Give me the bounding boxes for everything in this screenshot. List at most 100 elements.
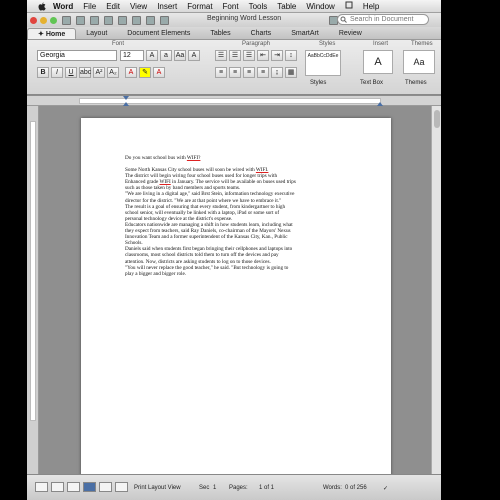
save-icon[interactable] bbox=[90, 15, 99, 25]
change-case-icon[interactable]: Aa bbox=[174, 50, 186, 61]
draft-view-button[interactable] bbox=[35, 482, 48, 492]
group-insert-label: Insert bbox=[373, 41, 389, 47]
document-heading: Do you want school bus with WIFI? bbox=[125, 155, 201, 161]
search-placeholder: Search in Document bbox=[350, 16, 414, 23]
themes-icon[interactable]: Aa bbox=[403, 50, 435, 74]
apple-icon[interactable] bbox=[37, 1, 47, 11]
group-styles-label: Styles bbox=[319, 41, 336, 47]
align-center-icon[interactable]: ≡ bbox=[229, 67, 241, 78]
outline-view-button[interactable] bbox=[51, 482, 64, 492]
menu-help[interactable]: Help bbox=[363, 2, 379, 11]
menu-word[interactable]: Word bbox=[53, 2, 73, 11]
subscript-button[interactable]: A₂ bbox=[107, 67, 119, 78]
document-title: Beginning Word Lesson bbox=[207, 15, 282, 22]
tab-tables[interactable]: Tables bbox=[200, 28, 240, 39]
style-preview: AaBbCcDdEe bbox=[307, 53, 339, 59]
document-body[interactable]: Do you want school bus with WIFI? Some N… bbox=[125, 155, 355, 277]
words-label: Words: bbox=[323, 485, 342, 491]
menu-font[interactable]: Font bbox=[223, 2, 239, 11]
search-icon bbox=[340, 16, 347, 26]
tab-document-elements[interactable]: Document Elements bbox=[117, 28, 200, 39]
shrink-font-icon[interactable]: a bbox=[160, 50, 172, 61]
format-painter-icon[interactable] bbox=[160, 15, 169, 25]
font-size-select[interactable]: 12 bbox=[120, 50, 144, 61]
vertical-ruler[interactable] bbox=[27, 106, 39, 474]
highlight-icon[interactable]: ✎ bbox=[139, 67, 151, 78]
search-field[interactable]: Search in Document bbox=[337, 14, 429, 25]
tab-smartart[interactable]: SmartArt bbox=[281, 28, 329, 39]
minimize-window-icon[interactable] bbox=[40, 16, 47, 24]
group-paragraph-label: Paragraph bbox=[242, 41, 271, 47]
paste-icon[interactable] bbox=[146, 15, 155, 25]
section-value: 1 bbox=[213, 485, 217, 491]
line-spacing-icon[interactable]: ↨ bbox=[271, 67, 283, 78]
menu-scripts-icon[interactable] bbox=[345, 1, 353, 11]
pages-value: 1 of 1 bbox=[259, 485, 275, 491]
justify-icon[interactable]: ≡ bbox=[257, 67, 269, 78]
new-document-icon[interactable] bbox=[62, 15, 71, 25]
font-name-select[interactable]: Georgia bbox=[37, 50, 117, 61]
menu-edit[interactable]: Edit bbox=[106, 2, 120, 11]
shading-icon[interactable]: ▦ bbox=[285, 67, 297, 78]
menu-window[interactable]: Window bbox=[306, 2, 334, 11]
multilevel-list-icon[interactable]: ☰ bbox=[243, 50, 255, 61]
text-box-label[interactable]: Text Box bbox=[360, 80, 383, 86]
tab-charts[interactable]: Charts bbox=[241, 28, 282, 39]
spelling-check-icon[interactable]: ✓ bbox=[383, 485, 388, 492]
group-themes-label: Themes bbox=[411, 41, 433, 47]
document-canvas: Do you want school bus with WIFI? Some N… bbox=[27, 106, 441, 478]
font-color-icon[interactable]: A bbox=[125, 67, 137, 78]
zoom-window-icon[interactable] bbox=[50, 16, 57, 24]
screen: Word File Edit View Insert Format Font T… bbox=[0, 0, 500, 500]
increase-indent-icon[interactable]: ⇥ bbox=[271, 50, 283, 61]
publishing-view-button[interactable] bbox=[67, 482, 80, 492]
superscript-button[interactable]: A² bbox=[93, 67, 105, 78]
group-font-label: Font bbox=[112, 41, 125, 47]
tab-review[interactable]: Review bbox=[329, 28, 372, 39]
menu-view[interactable]: View bbox=[130, 2, 147, 11]
menu-file[interactable]: File bbox=[83, 2, 96, 11]
bold-button[interactable]: B bbox=[37, 67, 49, 78]
grow-font-icon[interactable]: A bbox=[146, 50, 158, 61]
italic-button[interactable]: I bbox=[51, 67, 63, 78]
underline-button[interactable]: U bbox=[65, 67, 77, 78]
redo-icon[interactable] bbox=[132, 15, 141, 25]
open-icon[interactable] bbox=[76, 15, 85, 25]
scrollbar-thumb[interactable] bbox=[434, 110, 440, 128]
sort-icon[interactable]: ↕ bbox=[285, 50, 297, 61]
view-name: Print Layout View bbox=[134, 485, 181, 491]
print-layout-view-button[interactable] bbox=[83, 482, 96, 492]
focus-view-button[interactable] bbox=[115, 482, 128, 492]
tab-layout[interactable]: Layout bbox=[76, 28, 117, 39]
tab-home[interactable]: ✦ Home bbox=[27, 28, 77, 39]
text-effects-icon[interactable]: A bbox=[153, 67, 165, 78]
undo-icon[interactable] bbox=[118, 15, 127, 25]
close-window-icon[interactable] bbox=[30, 16, 37, 24]
menu-format[interactable]: Format bbox=[187, 2, 212, 11]
text-box-icon[interactable]: A bbox=[363, 50, 393, 74]
menu-insert[interactable]: Insert bbox=[157, 2, 177, 11]
document-page[interactable]: Do you want school bus with WIFI? Some N… bbox=[81, 118, 391, 478]
words-value[interactable]: 0 of 256 bbox=[345, 485, 367, 491]
status-bar: Print Layout View Sec 1 Pages: 1 of 1 Wo… bbox=[27, 474, 441, 500]
menu-table[interactable]: Table bbox=[277, 2, 296, 11]
right-indent-marker[interactable] bbox=[377, 96, 383, 106]
numbering-icon[interactable]: ☰ bbox=[229, 50, 241, 61]
align-left-icon[interactable]: ≡ bbox=[215, 67, 227, 78]
align-right-icon[interactable]: ≡ bbox=[243, 67, 255, 78]
strikethrough-button[interactable]: abc bbox=[79, 67, 91, 78]
vertical-scrollbar[interactable] bbox=[431, 106, 441, 474]
menu-tools[interactable]: Tools bbox=[249, 2, 268, 11]
decrease-indent-icon[interactable]: ⇤ bbox=[257, 50, 269, 61]
bullets-icon[interactable]: ☰ bbox=[215, 50, 227, 61]
themes-button-label[interactable]: Themes bbox=[405, 80, 427, 86]
notebook-view-button[interactable] bbox=[99, 482, 112, 492]
print-icon[interactable] bbox=[104, 15, 113, 25]
styles-gallery[interactable]: AaBbCcDdEe bbox=[305, 50, 341, 76]
horizontal-ruler[interactable] bbox=[27, 96, 441, 106]
first-line-indent-marker[interactable] bbox=[123, 96, 129, 106]
paragraph-line: play a bigger and bigger role. bbox=[125, 270, 187, 277]
clear-formatting-icon[interactable]: A bbox=[188, 50, 200, 61]
styles-button-label[interactable]: Styles bbox=[310, 80, 326, 86]
menu-bar: Word File Edit View Insert Format Font T… bbox=[27, 0, 441, 13]
